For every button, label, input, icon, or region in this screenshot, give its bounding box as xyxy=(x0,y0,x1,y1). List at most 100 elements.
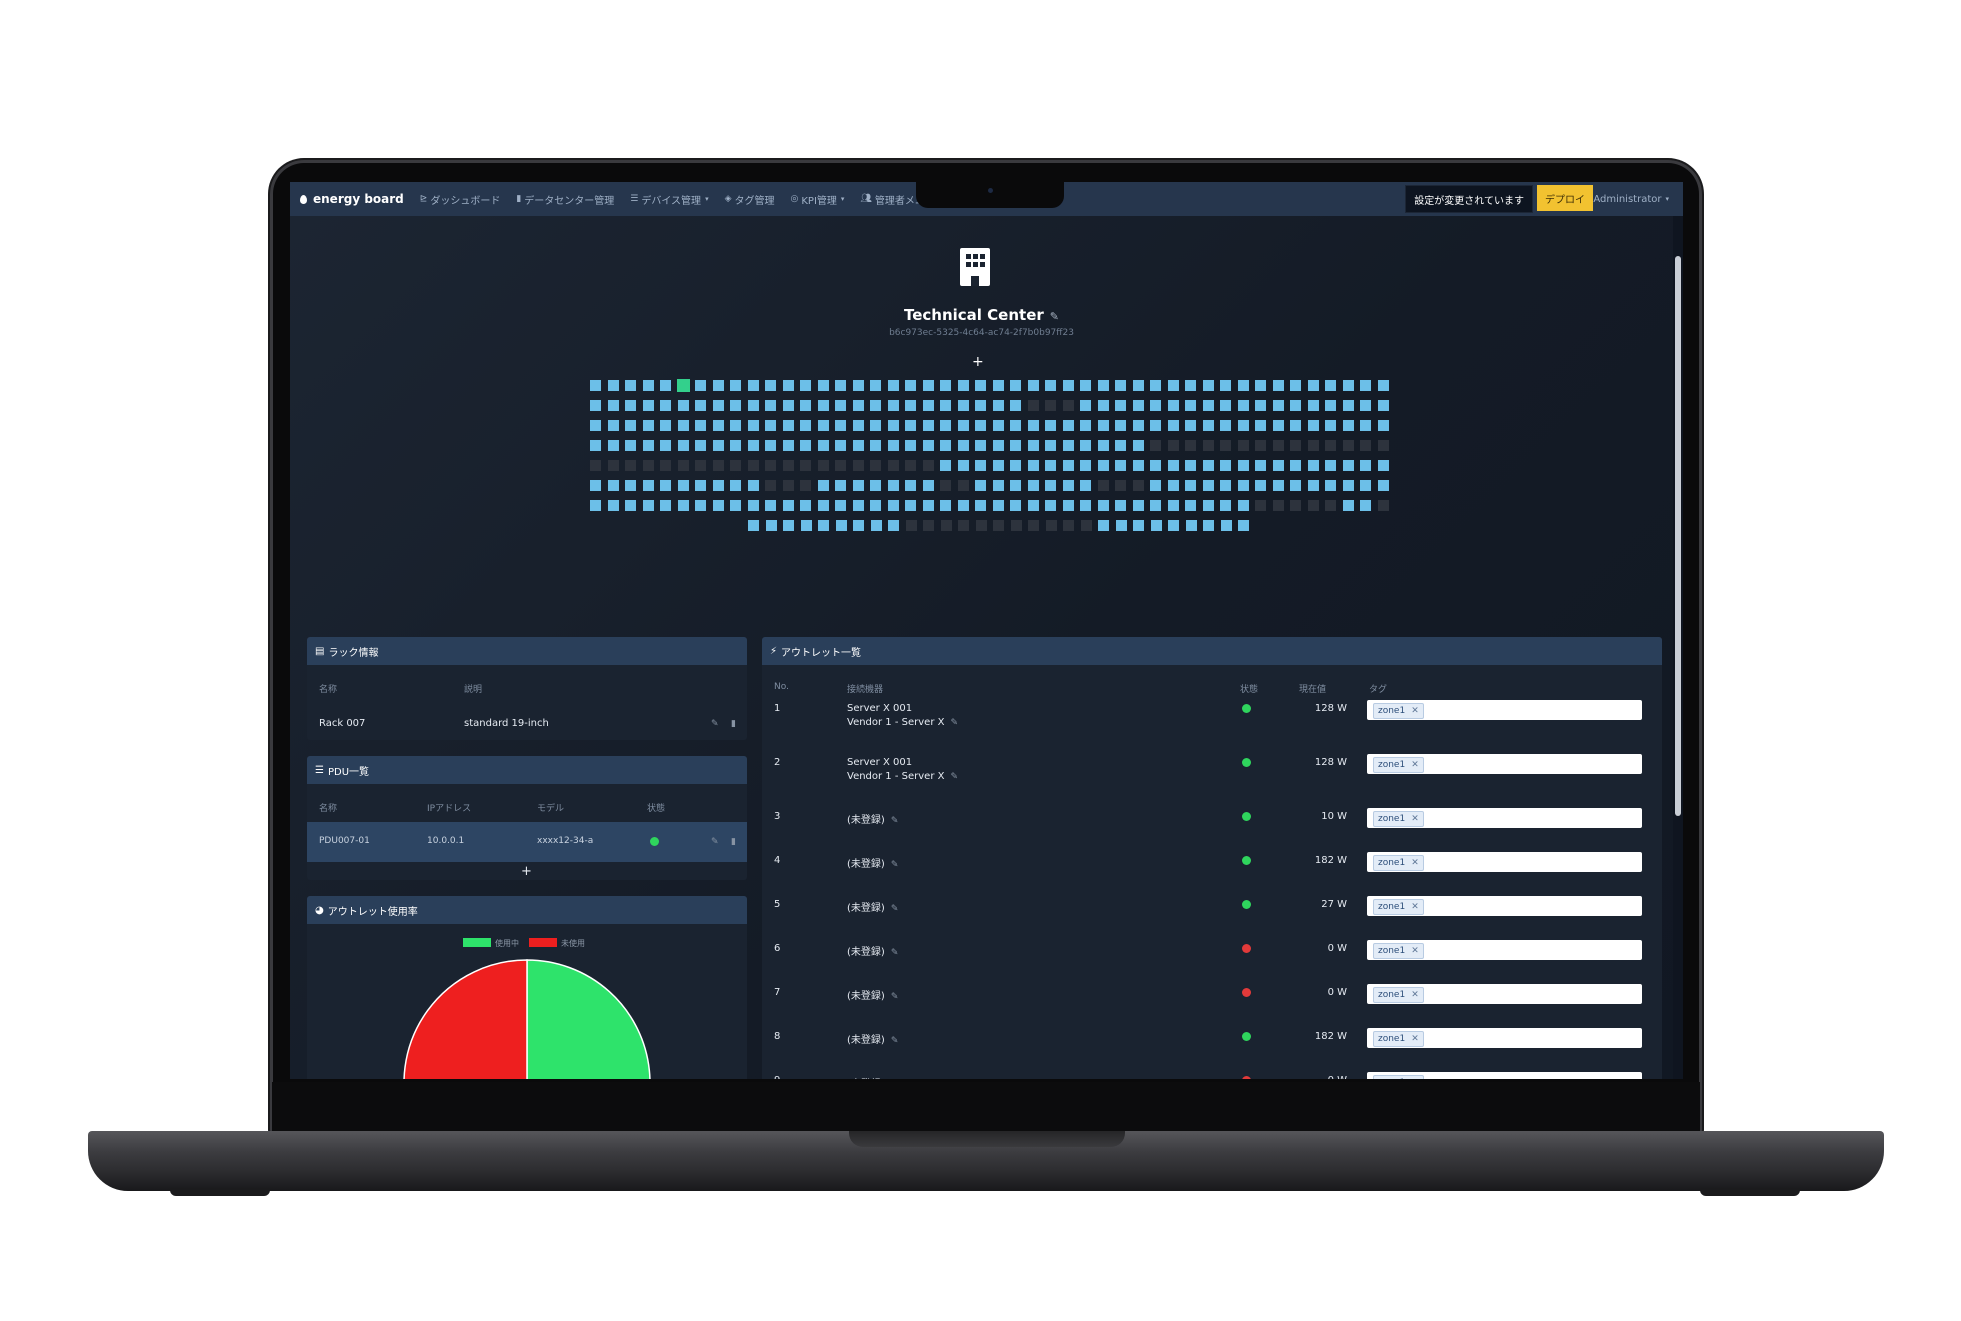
rack-cell[interactable] xyxy=(607,400,619,411)
rack-cell[interactable] xyxy=(817,400,829,411)
rack-cell[interactable] xyxy=(590,460,601,471)
rack-cell[interactable] xyxy=(1360,480,1371,491)
rack-cell[interactable] xyxy=(765,440,776,451)
rack-cell[interactable] xyxy=(1045,380,1056,391)
rack-cell[interactable] xyxy=(1097,500,1109,511)
rack-cell[interactable] xyxy=(1307,460,1319,471)
rack-cell[interactable] xyxy=(958,520,969,531)
rack-cell[interactable] xyxy=(782,500,794,511)
rack-cell[interactable] xyxy=(975,480,986,491)
rack-cell[interactable] xyxy=(1342,420,1354,431)
rack-cell[interactable] xyxy=(747,440,759,451)
rack-cell[interactable] xyxy=(1237,380,1249,391)
rack-cell[interactable] xyxy=(590,400,601,411)
rack-cell[interactable] xyxy=(1342,440,1354,451)
rack-cell[interactable] xyxy=(1167,400,1179,411)
rack-cell[interactable] xyxy=(870,400,881,411)
rack-cell[interactable] xyxy=(695,460,706,471)
rack-cell[interactable] xyxy=(870,440,881,451)
rack-cell[interactable] xyxy=(800,440,811,451)
rack-cell[interactable] xyxy=(1360,460,1371,471)
pencil-icon[interactable]: ✎ xyxy=(891,1036,899,1046)
rack-cell[interactable] xyxy=(1377,500,1389,511)
rack-cell[interactable] xyxy=(1325,420,1336,431)
rack-cell[interactable] xyxy=(1342,380,1354,391)
rack-cell[interactable] xyxy=(1342,400,1354,411)
pencil-icon[interactable]: ✎ xyxy=(950,718,958,728)
rack-cell[interactable] xyxy=(712,420,724,431)
rack-cell[interactable] xyxy=(1115,380,1126,391)
rack-cell[interactable] xyxy=(1132,400,1144,411)
rack-cell[interactable] xyxy=(1080,480,1091,491)
rack-cell[interactable] xyxy=(1290,380,1301,391)
rack-cell[interactable] xyxy=(1237,400,1249,411)
brand-logo[interactable]: energy board xyxy=(300,192,404,206)
rack-cell[interactable] xyxy=(887,480,899,491)
rack-cell[interactable] xyxy=(1010,520,1022,531)
rack-cell[interactable] xyxy=(817,500,829,511)
close-icon[interactable]: ✕ xyxy=(1411,706,1419,716)
rack-cell[interactable] xyxy=(818,520,829,531)
rack-cell[interactable] xyxy=(1255,500,1266,511)
rack-cell[interactable] xyxy=(748,520,759,531)
rack-cell[interactable] xyxy=(992,380,1004,391)
rack-cell[interactable] xyxy=(870,460,881,471)
rack-cell[interactable] xyxy=(887,500,899,511)
rack-cell[interactable] xyxy=(1080,380,1091,391)
rack-cell[interactable] xyxy=(922,480,934,491)
tag-input[interactable]: zone1 ✕ xyxy=(1367,984,1642,1004)
rack-cell[interactable] xyxy=(887,380,899,391)
rack-cell[interactable] xyxy=(957,400,969,411)
rack-cell[interactable] xyxy=(1290,440,1301,451)
rack-cell[interactable] xyxy=(1307,400,1319,411)
rack-cell[interactable] xyxy=(905,520,917,531)
rack-cell[interactable] xyxy=(1062,400,1074,411)
rack-cell[interactable] xyxy=(1325,460,1336,471)
rack-cell[interactable] xyxy=(1062,420,1074,431)
rack-cell[interactable] xyxy=(1202,480,1214,491)
rack-cell[interactable] xyxy=(905,500,916,511)
rack-cell[interactable] xyxy=(1220,400,1231,411)
pencil-icon[interactable]: ✎ xyxy=(711,837,719,847)
pencil-icon[interactable]: ✎ xyxy=(950,772,958,782)
rack-cell[interactable] xyxy=(923,520,934,531)
rack-cell[interactable] xyxy=(957,460,969,471)
pencil-icon[interactable]: ✎ xyxy=(891,860,899,870)
rack-cell[interactable] xyxy=(1202,500,1214,511)
rack-cell[interactable] xyxy=(1115,500,1126,511)
rack-cell[interactable] xyxy=(1097,480,1109,491)
pie-slice-unused[interactable] xyxy=(403,959,528,1079)
user-menu[interactable]: Administrator ▾ xyxy=(1593,182,1669,216)
rack-cell[interactable] xyxy=(1097,400,1109,411)
rack-selected[interactable] xyxy=(676,379,690,392)
rack-cell[interactable] xyxy=(975,400,986,411)
rack-cell[interactable] xyxy=(1272,400,1284,411)
rack-cell[interactable] xyxy=(1115,420,1126,431)
rack-cell[interactable] xyxy=(782,380,794,391)
rack-cell[interactable] xyxy=(957,480,969,491)
rack-cell[interactable] xyxy=(905,400,916,411)
rack-cell[interactable] xyxy=(730,440,741,451)
rack-cell[interactable] xyxy=(660,380,671,391)
rack-cell[interactable] xyxy=(1237,440,1249,451)
rack-cell[interactable] xyxy=(992,440,1004,451)
rack-cell[interactable] xyxy=(1045,420,1056,431)
rack-cell[interactable] xyxy=(1237,420,1249,431)
rack-cell[interactable] xyxy=(695,400,706,411)
rack-cell[interactable] xyxy=(1342,480,1354,491)
rack-cell[interactable] xyxy=(747,400,759,411)
rack-cell[interactable] xyxy=(835,400,846,411)
rack-cell[interactable] xyxy=(800,460,811,471)
nav-tags[interactable]: ◈ タグ管理 xyxy=(725,192,775,207)
rack-cell[interactable] xyxy=(957,440,969,451)
rack-cell[interactable] xyxy=(695,480,706,491)
rack-cell[interactable] xyxy=(747,480,759,491)
rack-cell[interactable] xyxy=(1325,480,1336,491)
rack-cell[interactable] xyxy=(870,480,881,491)
pencil-icon[interactable]: ✎ xyxy=(711,719,719,729)
rack-cell[interactable] xyxy=(852,460,864,471)
rack-cell[interactable] xyxy=(1185,460,1196,471)
close-icon[interactable]: ✕ xyxy=(1411,814,1419,824)
rack-cell[interactable] xyxy=(852,440,864,451)
rack-cell[interactable] xyxy=(607,480,619,491)
